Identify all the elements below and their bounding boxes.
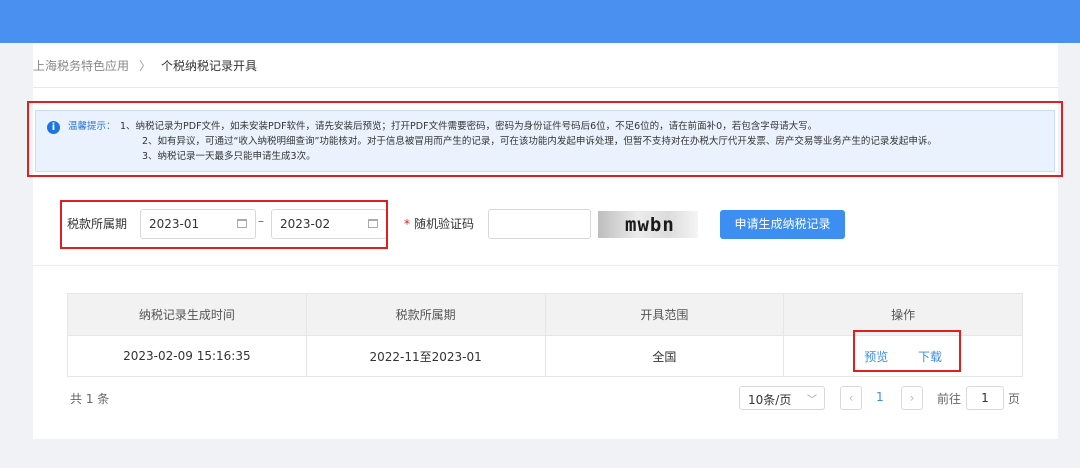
actions-highlight-box — [853, 330, 961, 372]
cell-generated-time: 2023-02-09 15:16:35 — [67, 335, 307, 377]
page-size-value: 10条/页 — [748, 393, 792, 407]
top-header-bar — [0, 0, 1080, 43]
captcha-input[interactable] — [488, 209, 591, 239]
current-page-number[interactable]: 1 — [876, 390, 884, 404]
captcha-label: * 随机验证码 — [404, 215, 474, 232]
header-tax-period: 税款所属期 — [305, 293, 546, 336]
breadcrumb: 上海税务特色应用 〉 个税纳税记录开具 — [33, 57, 257, 74]
header-generated-time: 纳税记录生成时间 — [67, 293, 307, 336]
header-scope: 开具范围 — [544, 293, 785, 336]
goto-page-input[interactable]: 1 — [966, 386, 1004, 410]
prev-page-button[interactable]: ‹ — [840, 386, 862, 410]
notice-highlight-box — [27, 101, 1063, 177]
page-suffix: 页 — [1008, 392, 1021, 406]
breadcrumb-separator-icon: 〉 — [139, 59, 152, 73]
captcha-image[interactable]: mwbn — [598, 211, 698, 238]
period-highlight-box — [60, 200, 388, 249]
captcha-label-text: 随机验证码 — [414, 217, 475, 231]
generate-record-button[interactable]: 申请生成纳税记录 — [720, 210, 845, 239]
breadcrumb-parent-link[interactable]: 上海税务特色应用 — [33, 57, 129, 74]
section-divider — [33, 265, 1058, 266]
captcha-image-text: mwbn — [625, 214, 675, 236]
page-size-select[interactable]: 10条/页 ﹀ — [739, 386, 825, 410]
breadcrumb-divider — [33, 87, 1058, 88]
chevron-down-icon: ﹀ — [807, 395, 817, 406]
goto-label: 前往 — [937, 392, 962, 406]
breadcrumb-current: 个税纳税记录开具 — [161, 59, 258, 73]
required-mark: * — [404, 217, 410, 231]
next-page-button[interactable]: › — [901, 386, 923, 410]
cell-scope: 全国 — [544, 335, 785, 377]
cell-tax-period: 2022-11至2023-01 — [305, 335, 546, 377]
total-count: 共 1 条 — [70, 392, 110, 406]
